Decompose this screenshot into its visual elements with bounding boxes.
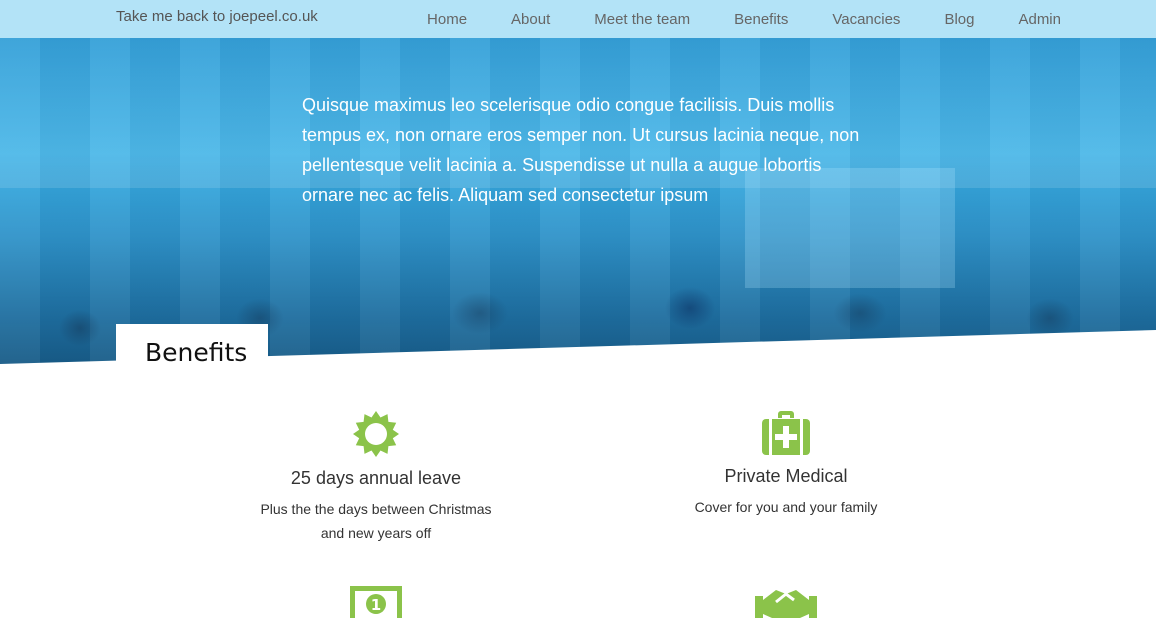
- nav-meet-the-team[interactable]: Meet the team: [594, 11, 690, 28]
- benefit-description-line: Plus the the days between Christmas: [260, 501, 492, 517]
- benefit-title: Private Medical: [724, 466, 848, 486]
- sun-icon: [353, 411, 399, 457]
- benefit-title: 25 days annual leave: [290, 468, 462, 488]
- hero-banner: Quisque maximus leo scelerisque odio con…: [0, 38, 1156, 368]
- benefit-description-line: and new years off: [320, 525, 432, 541]
- top-navigation-bar: Take me back to joepeel.co.uk Home About…: [0, 0, 1156, 38]
- medical-kit-icon: [762, 411, 810, 455]
- nav-blog[interactable]: Blog: [944, 11, 974, 28]
- benefits-heading: Benefits: [145, 338, 248, 367]
- benefit-description: Cover for you and your family: [636, 495, 936, 519]
- svg-text:1: 1: [371, 596, 381, 614]
- benefit-private-medical: Private Medical Cover for you and your f…: [636, 410, 936, 519]
- nav-about[interactable]: About: [511, 11, 550, 28]
- nav-admin[interactable]: Admin: [1018, 11, 1061, 28]
- main-nav: Home About Meet the team Benefits Vacanc…: [427, 0, 1061, 38]
- benefit-description-line: Cover for you and your family: [694, 499, 878, 515]
- hero-intro-text: Quisque maximus leo scelerisque odio con…: [302, 95, 860, 205]
- benefit-annual-leave: 25 days annual leave Plus the the days b…: [226, 410, 526, 545]
- nav-home[interactable]: Home: [427, 11, 467, 28]
- nav-benefits[interactable]: Benefits: [734, 11, 788, 28]
- back-to-site-link[interactable]: Take me back to joepeel.co.uk: [116, 8, 318, 25]
- benefit-partnership: [636, 584, 936, 618]
- benefit-money: 1: [226, 584, 526, 618]
- handshake-icon: [755, 590, 817, 618]
- nav-vacancies[interactable]: Vacancies: [832, 11, 900, 28]
- money-icon: 1: [350, 586, 402, 618]
- benefit-description: Plus the the days between Christmas and …: [226, 497, 526, 545]
